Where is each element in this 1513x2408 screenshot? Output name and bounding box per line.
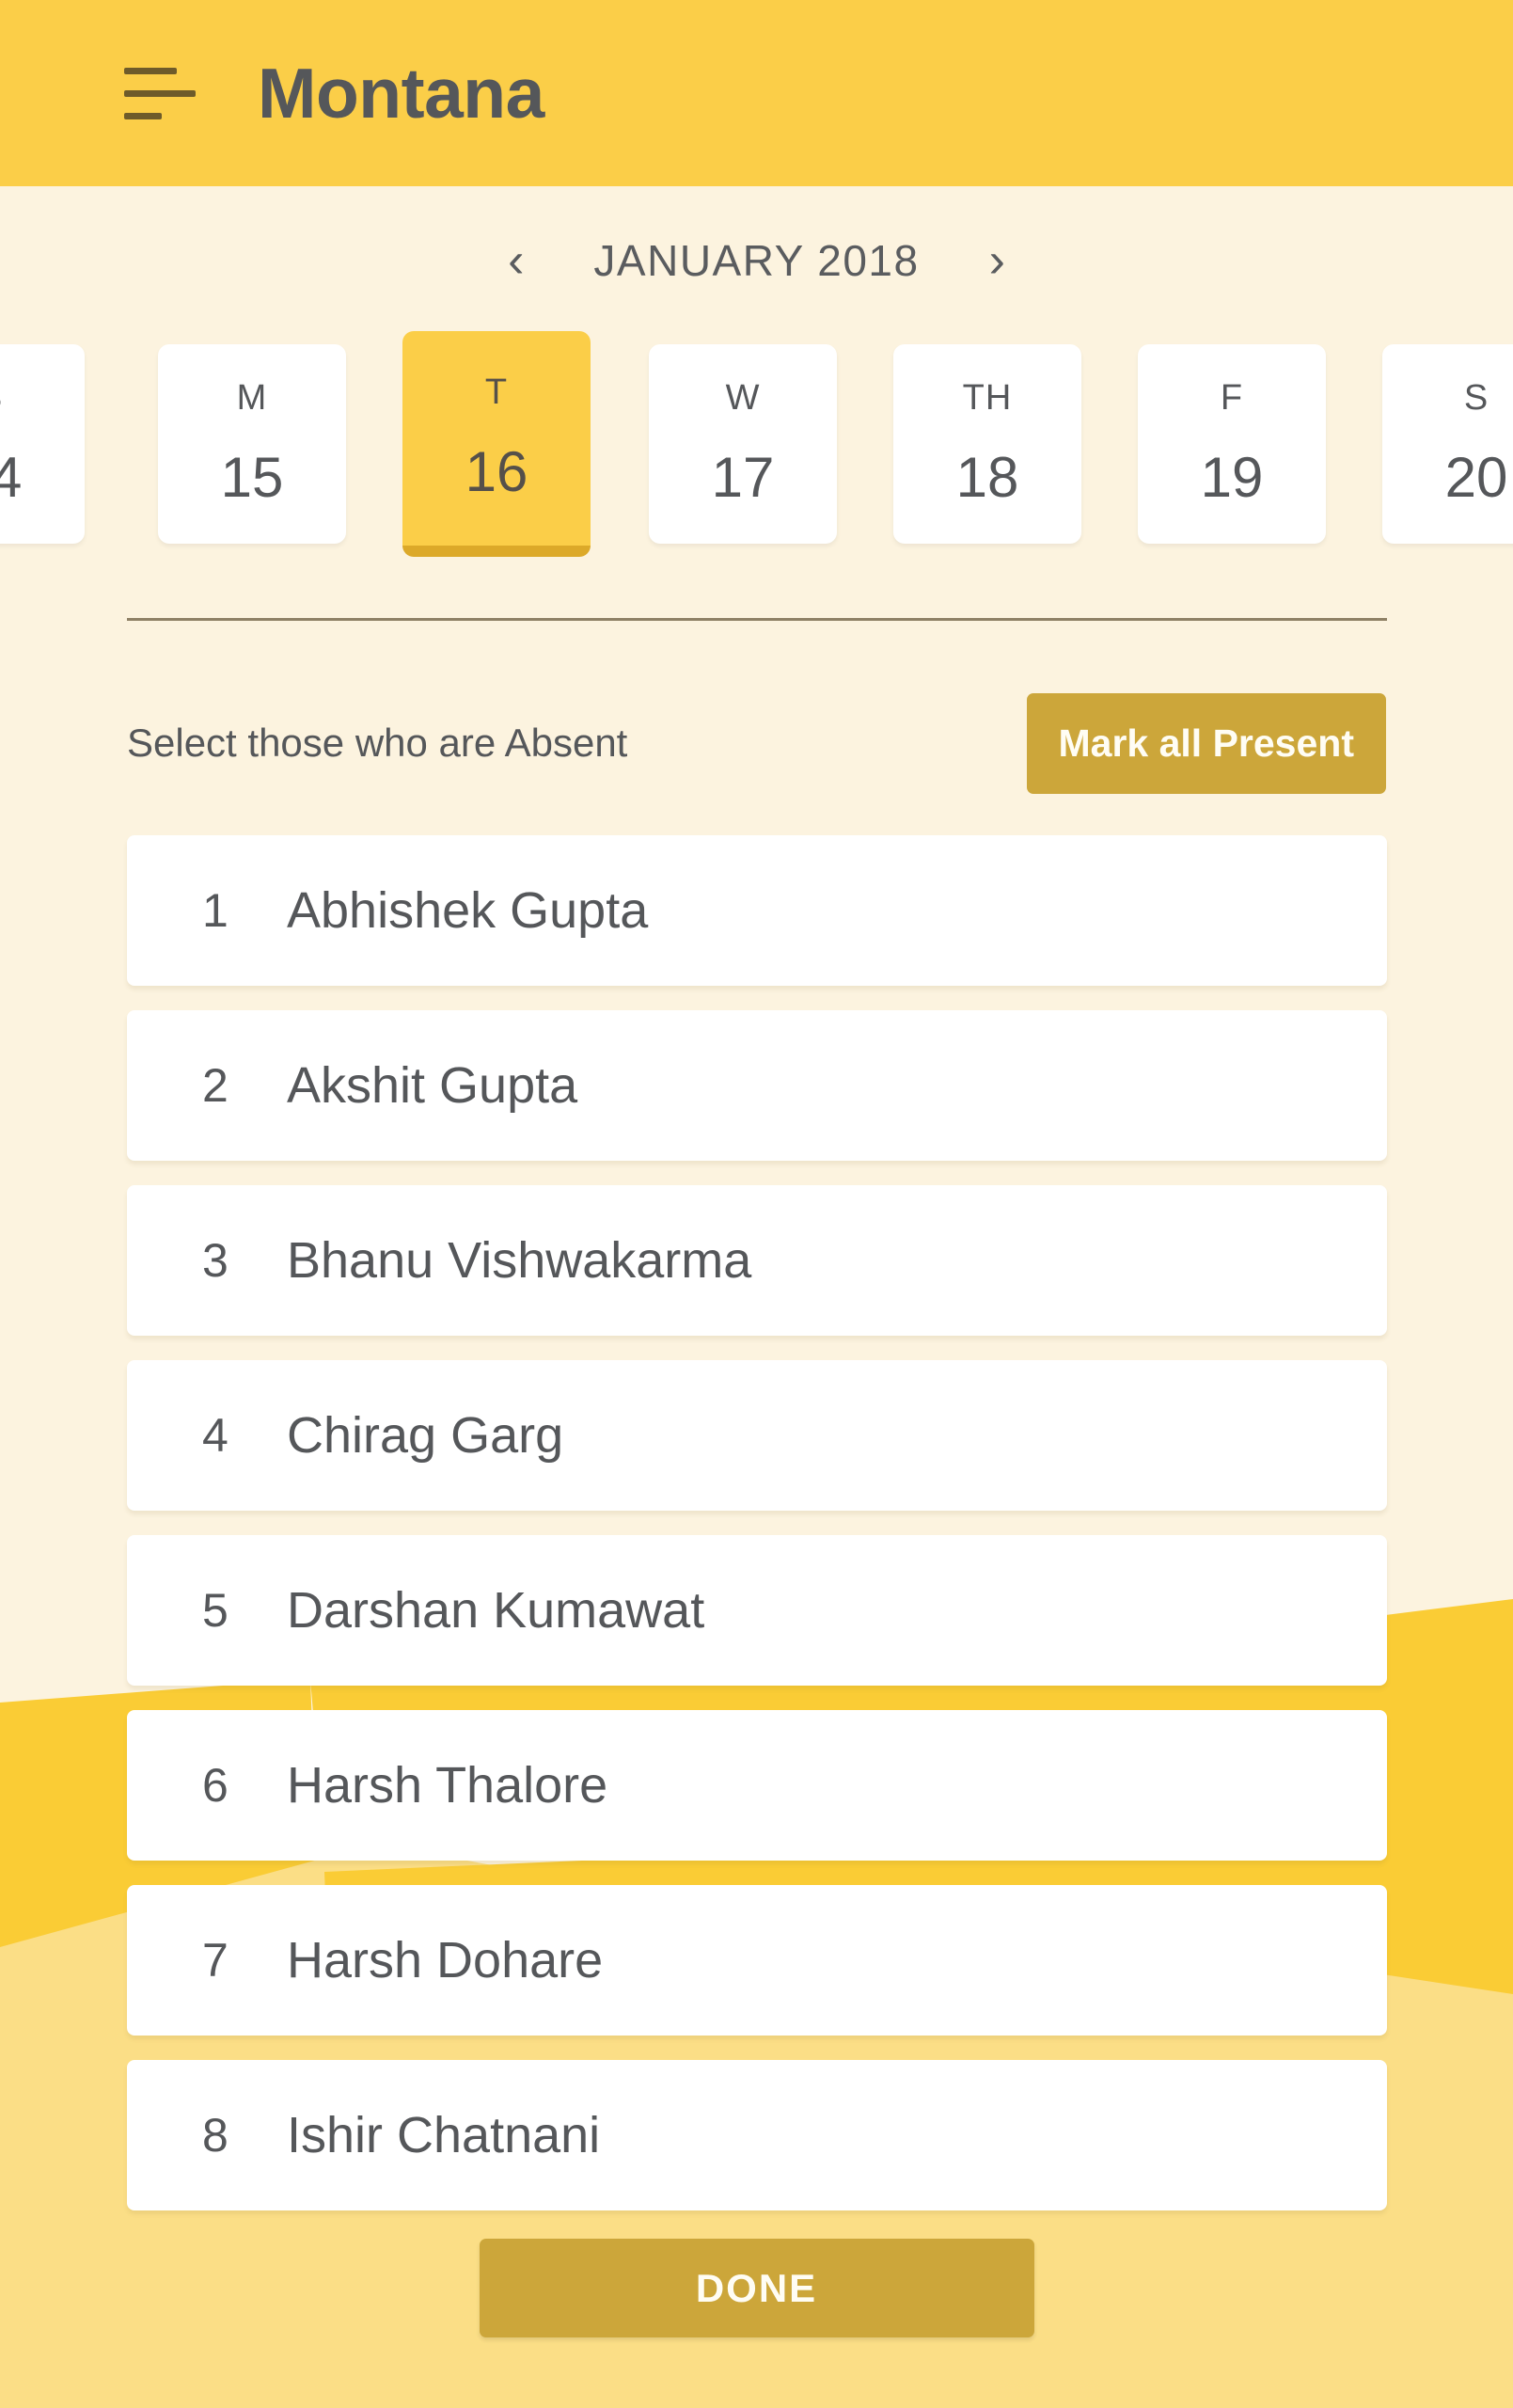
- day-number-label: 14: [0, 446, 23, 509]
- done-button[interactable]: DONE: [479, 2239, 1034, 2337]
- day-card-15[interactable]: M 15: [158, 344, 346, 544]
- day-number-label: 15: [220, 446, 284, 509]
- student-name: Darshan Kumawat: [287, 1582, 705, 1639]
- list-item[interactable]: 6 Harsh Thalore: [127, 1710, 1387, 1861]
- student-name: Bhanu Vishwakarma: [287, 1232, 752, 1289]
- section-divider: [127, 618, 1387, 621]
- hamburger-line-middle: [124, 89, 196, 97]
- footer-action-area: DONE: [0, 2239, 1513, 2408]
- student-name: Abhishek Gupta: [287, 882, 649, 939]
- attendance-action-row: Select those who are Absent Mark all Pre…: [0, 682, 1513, 804]
- student-name: Harsh Thalore: [287, 1757, 608, 1814]
- student-index: 1: [202, 884, 229, 937]
- day-of-week-label: S: [1463, 378, 1489, 418]
- student-index: 5: [202, 1584, 229, 1637]
- list-item[interactable]: 8 Ishir Chatnani: [127, 2060, 1387, 2210]
- day-strip[interactable]: S 14 M 15 T 16 W 17 TH 18 F 19 S 20: [0, 331, 1513, 557]
- list-item[interactable]: 3 Bhanu Vishwakarma: [127, 1185, 1387, 1336]
- student-index: 2: [202, 1059, 229, 1112]
- day-card-17[interactable]: W 17: [649, 344, 837, 544]
- hamburger-menu-icon[interactable]: [124, 65, 199, 121]
- student-name: Harsh Dohare: [287, 1932, 604, 1988]
- student-index: 6: [202, 1759, 229, 1812]
- day-card-18[interactable]: TH 18: [893, 344, 1081, 544]
- day-number-label: 17: [711, 446, 775, 509]
- day-of-week-label: TH: [962, 378, 1013, 418]
- day-of-week-label: F: [1220, 378, 1244, 418]
- day-number-label: 18: [955, 446, 1019, 509]
- list-item[interactable]: 5 Darshan Kumawat: [127, 1535, 1387, 1686]
- day-number-label: 19: [1200, 446, 1264, 509]
- hamburger-line-bottom: [124, 112, 162, 119]
- student-name: Akshit Gupta: [287, 1057, 578, 1114]
- student-index: 8: [202, 2109, 229, 2162]
- chevron-right-icon[interactable]: ›: [969, 230, 1026, 291]
- student-index: 4: [202, 1409, 229, 1462]
- app-screen: Montana ‹ JANUARY 2018 › S 14 M 15 T 16 …: [0, 0, 1513, 2408]
- mark-all-present-button[interactable]: Mark all Present: [1026, 692, 1386, 794]
- day-card-20[interactable]: S 20: [1382, 344, 1513, 544]
- day-card-14[interactable]: S 14: [0, 344, 85, 544]
- day-of-week-label: S: [0, 378, 3, 419]
- page-title: Montana: [258, 53, 544, 133]
- list-item[interactable]: 2 Akshit Gupta: [127, 1010, 1387, 1161]
- app-bar: Montana: [0, 0, 1513, 186]
- day-of-week-label: M: [236, 378, 268, 418]
- day-card-19[interactable]: F 19: [1138, 344, 1326, 544]
- list-item[interactable]: 7 Harsh Dohare: [127, 1885, 1387, 2036]
- month-label: JANUARY 2018: [593, 236, 920, 285]
- day-of-week-label: W: [725, 378, 761, 418]
- day-number-label: 20: [1444, 446, 1508, 509]
- list-item[interactable]: 4 Chirag Garg: [127, 1360, 1387, 1511]
- student-index: 3: [202, 1234, 229, 1287]
- student-index: 7: [202, 1934, 229, 1987]
- hamburger-line-top: [124, 67, 177, 74]
- student-name: Chirag Garg: [287, 1407, 564, 1464]
- month-navigation: ‹ JANUARY 2018 ›: [0, 186, 1513, 335]
- student-list: 1 Abhishek Gupta 2 Akshit Gupta 3 Bhanu …: [127, 835, 1387, 2235]
- day-number-label: 16: [465, 440, 528, 503]
- list-item[interactable]: 1 Abhishek Gupta: [127, 835, 1387, 986]
- student-name: Ishir Chatnani: [287, 2107, 601, 2163]
- day-of-week-label: T: [484, 372, 509, 412]
- day-card-16-selected[interactable]: T 16: [402, 331, 591, 557]
- chevron-left-icon[interactable]: ‹: [487, 230, 544, 291]
- attendance-instruction: Select those who are Absent: [127, 721, 628, 765]
